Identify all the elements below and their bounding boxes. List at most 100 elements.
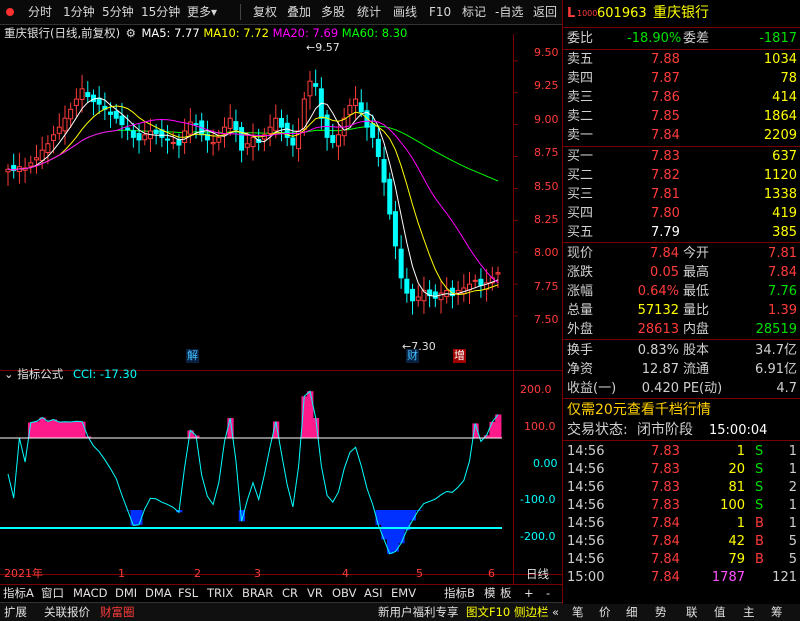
sell-price: 7.88 [651, 50, 680, 69]
tab-vr[interactable]: VR [307, 585, 323, 602]
tab-dma[interactable]: DMA [145, 585, 172, 602]
tab-5min[interactable]: 5分钟 [102, 3, 134, 21]
right-tab-zhi[interactable]: 值 [714, 604, 726, 620]
back-button[interactable]: 返回 [533, 3, 557, 21]
price-axis-label: 8.00 [534, 246, 559, 259]
sidebar-toggle[interactable]: 侧边栏 [514, 604, 549, 620]
tab-15min[interactable]: 15分钟 [141, 3, 180, 21]
cci-overbought-fill [34, 421, 40, 438]
tick-count: 2 [789, 478, 797, 497]
tab-wealth-circle[interactable]: 财富圈 [100, 604, 135, 620]
price-axis: 9.509.259.008.758.508.258.007.757.50 [514, 24, 562, 344]
indicator-title[interactable]: 指标公式 [17, 367, 63, 381]
indicator-chevron-icon[interactable]: ⌄ [4, 367, 14, 381]
tick-side: S [755, 478, 763, 497]
right-tab-jia[interactable]: 价 [599, 604, 611, 620]
zoom-out-button[interactable]: - [546, 585, 550, 602]
promo-text[interactable]: 仅需20元查看千档行情 [567, 401, 711, 420]
right-tab-bi[interactable]: 笔 [572, 604, 584, 620]
fuquan-button[interactable]: 复权 [253, 3, 277, 21]
tick-side: S [755, 442, 763, 461]
right-tab-shi[interactable]: 势 [655, 604, 667, 620]
candle-body [97, 98, 101, 104]
tab-1min[interactable]: 1分钟 [63, 3, 95, 21]
stat-label: 现价 [567, 244, 593, 263]
zixuan-button[interactable]: -自选 [495, 3, 523, 21]
buy-row: 买一7.83637 [563, 147, 800, 166]
tick-row: 14:567.8320S1 [563, 460, 800, 479]
high-annotation: ←9.57 [306, 41, 340, 54]
candle-body [479, 279, 483, 285]
double-left-icon[interactable]: « [552, 604, 559, 620]
year-label: 2021年 [4, 566, 43, 582]
tab-related-quotes[interactable]: 关联报价 [44, 604, 90, 620]
fin-label: 净资 [567, 360, 593, 379]
right-tab-lian[interactable]: 联 [686, 604, 698, 620]
cci-oversold-fill [393, 510, 399, 552]
candle-body [251, 137, 255, 146]
mark-cai[interactable]: 财 [406, 349, 419, 363]
stat-row: 总量57132量比1.39 [563, 301, 800, 320]
right-tab-zhu[interactable]: 主 [743, 604, 755, 620]
tab-brar[interactable]: BRAR [242, 585, 273, 602]
status-time: 15:00:04 [709, 421, 767, 440]
buy-price: 7.82 [651, 166, 680, 185]
candle-body [308, 81, 312, 96]
buy-label: 买三 [567, 185, 593, 204]
tab-expand[interactable]: 扩展 [4, 604, 27, 620]
tab-dmi[interactable]: DMI [115, 585, 137, 602]
cci-axis-100: 100.0 [524, 420, 556, 433]
candle-body [279, 119, 283, 128]
sell-row: 卖五7.881034 [563, 50, 800, 69]
tick-row: 14:567.83100S1 [563, 496, 800, 515]
tick-price: 7.84 [651, 568, 680, 587]
diejia-button[interactable]: 叠加 [287, 3, 311, 21]
promo-row[interactable]: 仅需20元查看千档行情 [563, 401, 800, 420]
zoom-in-button[interactable]: + [524, 585, 534, 602]
tab-window[interactable]: 窗口 [41, 585, 64, 602]
tab-ban[interactable]: 板 [500, 585, 512, 602]
kline-chart[interactable] [0, 24, 562, 604]
tab-trix[interactable]: TRIX [207, 585, 233, 602]
tick-volume: 81 [728, 478, 745, 497]
period-label[interactable]: 日线 [526, 566, 549, 582]
tab-more[interactable]: 更多▾ [187, 3, 217, 21]
mark-jie[interactable]: 解 [186, 349, 199, 363]
cci-overbought-fill [489, 422, 495, 438]
tick-time: 14:56 [567, 496, 604, 515]
f10-link[interactable]: 图文F10 [466, 604, 510, 620]
tab-cr[interactable]: CR [282, 585, 298, 602]
mark-zeng[interactable]: 增 [453, 349, 466, 363]
time-axis: 2021年 1 2 3 4 5 6 [0, 566, 514, 582]
promo-new-user[interactable]: 新用户福利专享 [378, 604, 459, 620]
tab-mo[interactable]: 模 [484, 585, 496, 602]
cci-oversold-fill [131, 510, 137, 525]
buy-row: 买二7.821120 [563, 166, 800, 185]
tab-indicator-b[interactable]: 指标B [444, 585, 475, 602]
tongji-button[interactable]: 统计 [357, 3, 381, 21]
right-tab-chou[interactable]: 筹 [771, 604, 783, 620]
tick-count: 1 [789, 496, 797, 515]
chevron-down-icon: ▾ [211, 5, 217, 19]
right-tab-xi[interactable]: 细 [626, 604, 638, 620]
huaxian-button[interactable]: 画线 [393, 3, 417, 21]
tab-fenshi[interactable]: 分时 [28, 3, 52, 21]
fin-row: 净资12.87流通6.91亿 [563, 360, 800, 379]
tab-obv[interactable]: OBV [332, 585, 356, 602]
stat-label-2: 最高 [683, 263, 709, 282]
sell-row: 卖一7.842209 [563, 126, 800, 145]
candle-body [393, 212, 397, 246]
f10-button[interactable]: F10 [429, 3, 451, 21]
tick-time: 14:56 [567, 550, 604, 569]
tab-fsl[interactable]: FSL [178, 585, 198, 602]
tick-row: 14:567.8381S2 [563, 478, 800, 497]
candle-body [336, 135, 340, 146]
duogu-button[interactable]: 多股 [321, 3, 345, 21]
tab-emv[interactable]: EMV [391, 585, 416, 602]
settings-icon[interactable]: ⚙ [124, 25, 138, 41]
tab-indicator-a[interactable]: 指标A [3, 585, 34, 602]
tab-macd[interactable]: MACD [73, 585, 107, 602]
biaoji-button[interactable]: 标记 [462, 3, 486, 21]
tab-asi[interactable]: ASI [364, 585, 383, 602]
month-2: 2 [194, 566, 201, 582]
